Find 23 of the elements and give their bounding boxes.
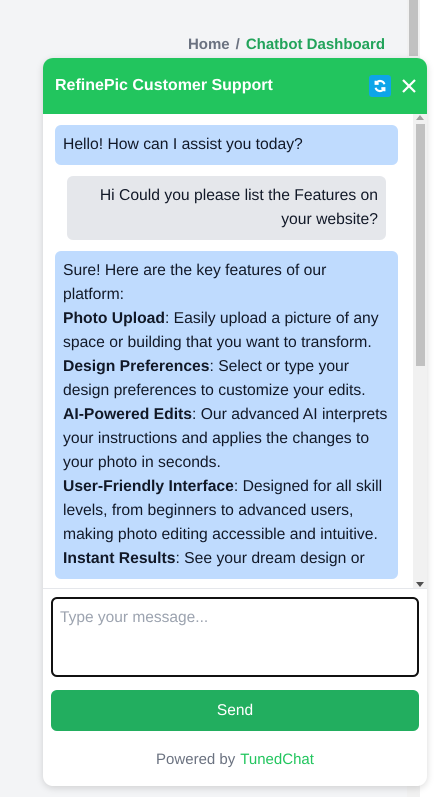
message-text: Design Preferences: Select or type your design preferences to customize your edits. [63,357,367,401]
message-text: Photo Upload: Easily upload a picture of any space or building that you want to transform. [63,309,380,353]
message-text: User-Friendly Interface: Designed for all skill levels, from beginners to advanced users, making photo editing accessible and intuitive. [63,477,384,545]
message-text: AI-Powered Edits: Our advanced AI interprets your instructions and applies the changes to your photo in seconds. [63,405,388,473]
refresh-icon [373,79,387,93]
message-text: Hi Could you please list the Features on your website? [98,186,378,230]
message-text: Hello! How can I assist you today? [63,135,304,155]
breadcrumb-link[interactable]: Chatbot Dashboard [246,36,385,52]
scrollbar[interactable] [413,114,427,588]
message-input[interactable]: Type your message... [51,597,419,677]
breadcrumb-link[interactable]: Home [188,36,230,52]
refresh-button[interactable] [369,75,391,97]
powered-by-text: Powered by [156,751,236,768]
message-text: Sure! Here are the key features of our platform: [63,261,328,305]
close-icon [401,78,417,94]
close-button[interactable] [401,78,417,94]
brand-link[interactable]: TunedChat [240,751,314,768]
send-button[interactable]: Send [51,690,419,731]
page-scrollbar[interactable] [409,0,418,56]
scroll-down-icon[interactable] [416,582,424,588]
message-text: Instant Results: See your dream design or [63,549,366,569]
chat-title: RefinePic Customer Support [55,77,274,95]
breadcrumb-separator: / [236,36,240,52]
